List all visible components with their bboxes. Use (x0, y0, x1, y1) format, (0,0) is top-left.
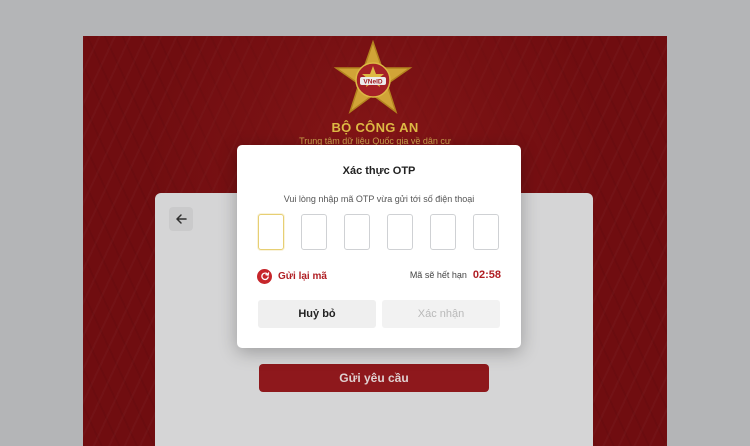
otp-input-group (258, 214, 502, 254)
otp-digit-5[interactable] (430, 214, 456, 250)
cancel-button[interactable]: Huỷ bỏ (258, 300, 376, 328)
refresh-icon (257, 268, 272, 284)
otp-digit-2[interactable] (301, 214, 327, 250)
otp-digit-4[interactable] (387, 214, 413, 250)
otp-modal: Xác thực OTP Vui lòng nhập mã OTP vừa gử… (237, 145, 521, 348)
resend-code-link[interactable]: Gửi lại mã (257, 267, 327, 285)
otp-digit-3[interactable] (344, 214, 370, 250)
resend-label: Gửi lại mã (278, 270, 327, 282)
expiry-countdown: 02:58 (472, 269, 501, 281)
confirm-button[interactable]: Xác nhận (382, 300, 500, 328)
expiry-info: Mã sẽ hết hạn 02:58 (410, 269, 501, 281)
otp-digit-1[interactable] (258, 214, 284, 250)
expiry-label: Mã sẽ hết hạn (409, 270, 467, 280)
modal-title: Xác thực OTP (342, 165, 416, 177)
otp-digit-6[interactable] (473, 214, 499, 250)
otp-instruction: Vui lòng nhập mã OTP vừa gửi tới số điện… (283, 194, 475, 204)
